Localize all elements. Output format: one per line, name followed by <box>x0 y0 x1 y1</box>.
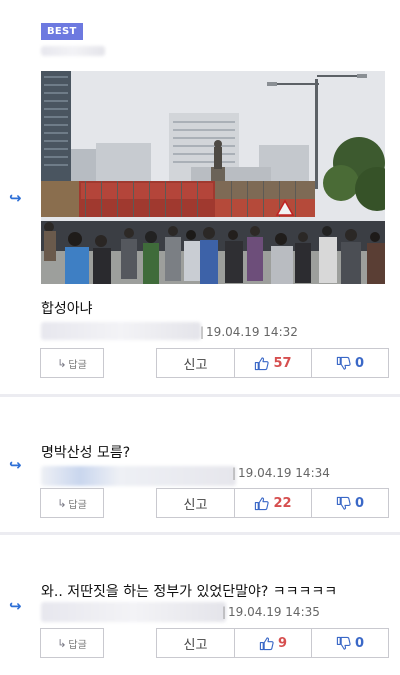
report-label: 신고 <box>183 357 208 373</box>
comment-item: BEST ↪ 합성아냐 | 19.04.19 14:32 ↳ 답글 신고 57 … <box>0 0 400 394</box>
best-badge: BEST <box>41 23 83 40</box>
comment-item: ↪ 명박산성 모름? | 19.04.19 14:34 ↳ 답글 신고 22 0 <box>0 397 400 532</box>
comment-timestamp: 19.04.19 14:35 <box>228 605 320 619</box>
comment-text: 합성아냐 <box>41 301 93 317</box>
reply-label: 답글 <box>68 639 87 651</box>
upvote-count: 22 <box>273 495 292 511</box>
thumbs-up-icon <box>255 496 270 510</box>
comment-text: 명박산성 모름? <box>41 445 131 461</box>
reply-small-arrow-icon: ↳ <box>57 356 67 370</box>
comment-text: 와.. 저딴짓을 하는 정부가 있었단말야? ㅋㅋㅋㅋㅋ <box>41 584 338 600</box>
downvote-button[interactable]: 0 <box>311 348 389 378</box>
reply-small-arrow-icon: ↳ <box>57 496 67 510</box>
downvote-count: 0 <box>354 635 365 651</box>
downvote-button[interactable]: 0 <box>311 628 389 658</box>
reply-arrow-icon: ↪ <box>9 189 22 207</box>
report-label: 신고 <box>183 637 208 653</box>
comment-meta: | 19.04.19 14:34 <box>232 466 330 480</box>
meta-separator: | <box>200 325 205 339</box>
upvote-button[interactable]: 9 <box>234 628 312 658</box>
upvote-count: 57 <box>273 355 292 371</box>
reply-button[interactable]: ↳ 답글 <box>40 628 104 658</box>
downvote-count: 0 <box>354 355 365 371</box>
thumbs-up-icon <box>259 636 274 650</box>
upvote-count: 9 <box>277 635 288 651</box>
upvote-button[interactable]: 22 <box>234 488 312 518</box>
downvote-count: 0 <box>354 495 365 511</box>
author-name-redacted <box>41 466 236 486</box>
reply-label: 답글 <box>68 499 87 511</box>
report-button[interactable]: 신고 <box>156 488 235 518</box>
photo-image <box>41 71 385 284</box>
upvote-button[interactable]: 57 <box>234 348 312 378</box>
attached-photo[interactable] <box>41 71 385 284</box>
report-label: 신고 <box>183 497 208 513</box>
meta-separator: | <box>232 466 237 480</box>
reply-arrow-icon: ↪ <box>9 597 22 615</box>
reply-button[interactable]: ↳ 답글 <box>40 348 104 378</box>
thumbs-down-icon <box>336 636 351 650</box>
reply-button[interactable]: ↳ 답글 <box>40 488 104 518</box>
comment-item: ↪ 와.. 저딴짓을 하는 정부가 있었단말야? ㅋㅋㅋㅋㅋ | 19.04.19… <box>0 535 400 675</box>
comment-timestamp: 19.04.19 14:34 <box>238 466 330 480</box>
thumbs-down-icon <box>336 496 351 510</box>
thumbs-down-icon <box>336 356 351 370</box>
report-button[interactable]: 신고 <box>156 348 235 378</box>
reply-arrow-icon: ↪ <box>9 456 22 474</box>
downvote-button[interactable]: 0 <box>311 488 389 518</box>
thumbs-up-icon <box>255 356 270 370</box>
author-name-redacted <box>41 322 201 340</box>
author-name-redacted <box>41 46 105 56</box>
comment-meta: | 19.04.19 14:32 <box>200 325 298 339</box>
meta-separator: | <box>222 605 227 619</box>
author-name-redacted <box>41 602 226 622</box>
reply-label: 답글 <box>68 359 87 371</box>
comment-meta: | 19.04.19 14:35 <box>222 605 320 619</box>
reply-small-arrow-icon: ↳ <box>57 636 67 650</box>
report-button[interactable]: 신고 <box>156 628 235 658</box>
comment-timestamp: 19.04.19 14:32 <box>206 325 298 339</box>
